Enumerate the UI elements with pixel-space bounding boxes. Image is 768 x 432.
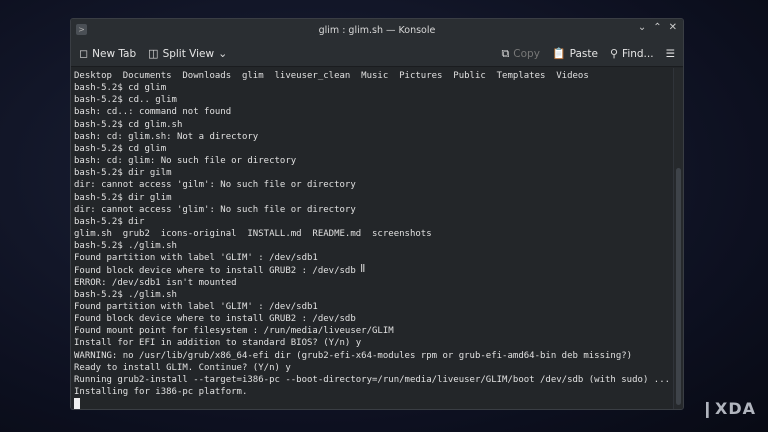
copy-button[interactable]: ⧉ Copy	[501, 47, 540, 61]
find-button[interactable]: ⚲ Find...	[610, 47, 654, 60]
terminal-line: dir: cannot access 'gilm': No such file …	[74, 180, 356, 191]
terminal-line: bash: cd: glim: No such file or director…	[74, 156, 297, 167]
copy-label: Copy	[513, 47, 540, 60]
close-icon[interactable]: ✕	[669, 22, 677, 33]
terminal-line: bash-5.2$ cd glim	[74, 143, 167, 154]
toolbar: ◻ New Tab ◫ Split View ⌄ ⧉ Copy 📋 Paste ⚲ Find…	[71, 41, 683, 67]
copy-icon: ⧉	[501, 46, 510, 60]
search-icon: ⚲	[609, 47, 619, 60]
scrollbar[interactable]	[673, 68, 683, 409]
terminal-line: Found mount point for filesystem : /run/…	[74, 326, 394, 337]
new-tab-icon: ◻	[79, 47, 89, 60]
terminal-line: dir: cannot access 'glim': No such file …	[74, 204, 356, 215]
terminal-line: bash: cd..: command not found	[74, 107, 232, 118]
terminal-line: Desktop Documents Downloads glim liveuse…	[74, 71, 589, 81]
paste-label: Paste	[569, 47, 598, 60]
terminal-line: Running grub2-install --target=i386-pc -…	[74, 374, 671, 385]
window-title: glim : glim.sh — Konsole	[318, 24, 436, 36]
terminal-line: WARNING: no /usr/lib/grub/x86_64-efi dir…	[74, 350, 633, 361]
terminal-line: Found block device where to install GRUB…	[74, 314, 356, 325]
scrollbar-thumb[interactable]	[676, 168, 681, 405]
maximize-icon[interactable]: ⌃	[653, 22, 661, 33]
prompt-line	[74, 398, 670, 409]
terminal-line: bash-5.2$ cd.. glim	[74, 95, 177, 106]
terminal-line: Found partition with label 'GLIM' : /dev…	[74, 253, 318, 264]
terminal-line: bash-5.2$ dir	[74, 216, 145, 227]
terminal-line: Found block device where to install GRUB…	[74, 265, 356, 276]
terminal-line: ERROR: /dev/sdb1 isn't mounted	[74, 277, 237, 288]
split-view-icon: ◫	[148, 47, 159, 60]
paste-button[interactable]: 📋 Paste	[552, 47, 598, 60]
terminal-line: bash-5.2$ ./glim.sh	[74, 289, 177, 300]
terminal-output[interactable]: Desktop Documents Downloads glim liveuse…	[71, 68, 673, 409]
terminal-line: Installing for i386-pc platform.	[74, 387, 248, 398]
terminal-line: Install for EFI in addition to standard …	[74, 338, 362, 349]
terminal-line: bash-5.2$ cd glim	[74, 83, 167, 94]
find-label: Find...	[622, 47, 654, 60]
xda-watermark: ❙XDA	[700, 399, 756, 418]
new-tab-button[interactable]: ◻ New Tab	[79, 47, 136, 60]
terminal-app-icon[interactable]: >	[76, 24, 87, 35]
terminal-line: glim.sh grub2 icons-original INSTALL.md …	[74, 229, 432, 240]
terminal-line: bash-5.2$ dir gilm	[74, 168, 172, 179]
new-tab-label: New Tab	[92, 47, 137, 60]
terminal-line: Ready to install GLIM. Continue? (Y/n) y	[74, 362, 291, 373]
terminal-cursor	[74, 398, 80, 409]
konsole-window: > glim : glim.sh — Konsole ⌄ ⌃ ✕ ◻ New Ta…	[70, 18, 684, 410]
paste-icon: 📋	[551, 47, 566, 60]
terminal-line: bash-5.2$ dir glim	[74, 192, 172, 203]
terminal-line: Found partition with label 'GLIM' : /dev…	[74, 301, 318, 312]
terminal-line: bash-5.2$ ./glim.sh	[74, 241, 177, 252]
hamburger-menu-icon[interactable]: ☰	[666, 48, 675, 60]
text-cursor-icon: Ⅱ	[360, 262, 366, 275]
split-view-button[interactable]: ◫ Split View ⌄	[148, 47, 227, 60]
minimize-icon[interactable]: ⌄	[638, 22, 646, 33]
title-bar: > glim : glim.sh — Konsole ⌄ ⌃ ✕	[71, 19, 683, 41]
terminal-line: bash: cd: glim.sh: Not a directory	[74, 131, 259, 142]
chevron-down-icon: ⌄	[218, 47, 228, 60]
terminal-line: bash-5.2$ cd glim.sh	[74, 119, 183, 130]
split-view-label: Split View	[162, 47, 215, 60]
